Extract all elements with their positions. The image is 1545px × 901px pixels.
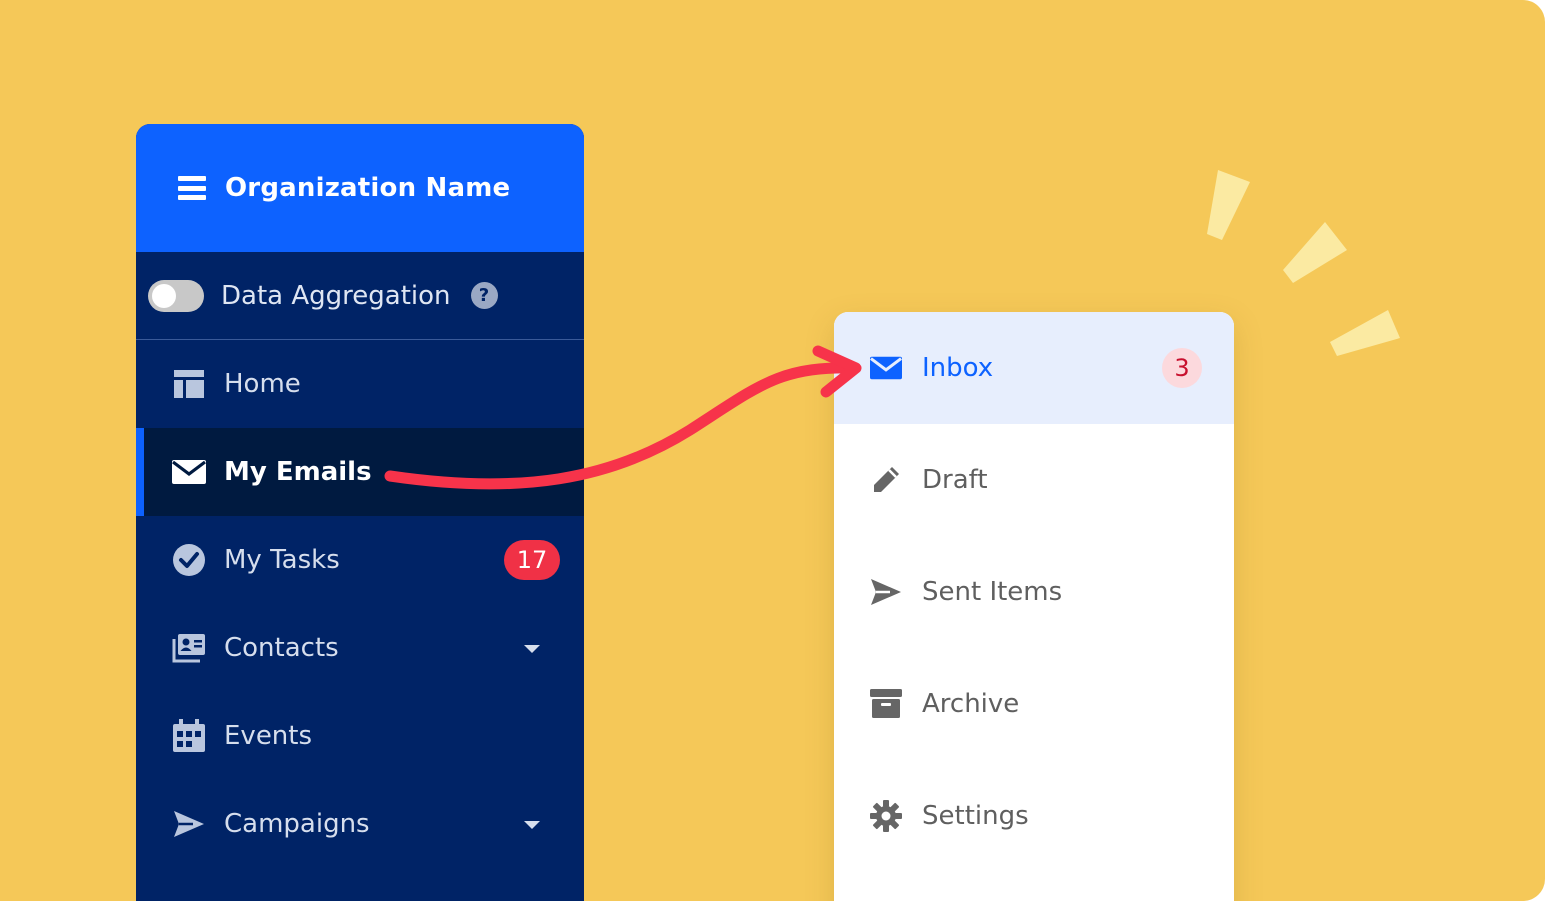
archive-box-icon <box>870 688 902 720</box>
help-icon[interactable]: ? <box>470 282 498 309</box>
sidebar-item-contacts[interactable]: Contacts <box>136 604 584 692</box>
email-folder-sent-items[interactable]: Sent Items <box>834 536 1234 648</box>
sidebar-item-events[interactable]: Events <box>136 692 584 780</box>
email-folder-archive[interactable]: Archive <box>834 648 1234 760</box>
chevron-down-icon[interactable] <box>524 821 540 829</box>
sparkle-icon <box>1207 170 1400 356</box>
envelope-icon <box>870 352 902 384</box>
email-folder-label: Settings <box>922 801 1029 831</box>
email-folder-settings[interactable]: Settings <box>834 760 1234 872</box>
hamburger-menu-icon[interactable] <box>178 176 206 200</box>
envelope-icon <box>172 455 206 489</box>
canvas: Organization Name Data Aggregation ? Hom… <box>0 0 1545 901</box>
data-aggregation-row: Data Aggregation ? <box>136 252 584 340</box>
paper-plane-icon <box>870 576 902 608</box>
email-folder-label: Inbox <box>922 353 994 383</box>
email-submenu-panel: Inbox 3 Draft Sent Items Archive Setting… <box>834 312 1234 901</box>
calendar-icon <box>172 719 206 753</box>
sidebar-item-label: My Emails <box>224 457 372 487</box>
sidebar-item-my-tasks[interactable]: My Tasks 17 <box>136 516 584 604</box>
sidebar-item-label: My Tasks <box>224 545 340 575</box>
email-folder-draft[interactable]: Draft <box>834 424 1234 536</box>
paper-plane-icon <box>172 807 206 841</box>
sidebar: Organization Name Data Aggregation ? Hom… <box>136 124 584 901</box>
data-aggregation-label: Data Aggregation <box>221 280 451 311</box>
organization-name[interactable]: Organization Name <box>225 173 510 203</box>
dashboard-icon <box>172 367 206 401</box>
data-aggregation-toggle[interactable] <box>148 279 204 312</box>
contact-card-icon <box>172 631 206 665</box>
toggle-knob <box>152 283 176 308</box>
sidebar-item-label: Contacts <box>224 633 339 663</box>
gear-icon <box>870 800 902 832</box>
pencil-icon <box>870 464 902 496</box>
email-folder-label: Sent Items <box>922 577 1063 607</box>
check-circle-icon <box>172 543 206 577</box>
inbox-unread-badge: 3 <box>1162 348 1202 388</box>
email-folder-label: Draft <box>922 465 988 495</box>
sidebar-item-my-emails[interactable]: My Emails <box>136 428 584 516</box>
sidebar-item-label: Campaigns <box>224 809 370 839</box>
tasks-count-badge: 17 <box>504 540 560 580</box>
email-folder-inbox[interactable]: Inbox 3 <box>834 312 1234 424</box>
sidebar-item-campaigns[interactable]: Campaigns <box>136 780 584 868</box>
chevron-down-icon[interactable] <box>524 645 540 653</box>
sidebar-header: Organization Name <box>136 124 584 252</box>
sidebar-item-label: Home <box>224 369 301 399</box>
sidebar-item-home[interactable]: Home <box>136 340 584 428</box>
sidebar-item-label: Events <box>224 721 313 751</box>
email-folder-label: Archive <box>922 689 1020 719</box>
